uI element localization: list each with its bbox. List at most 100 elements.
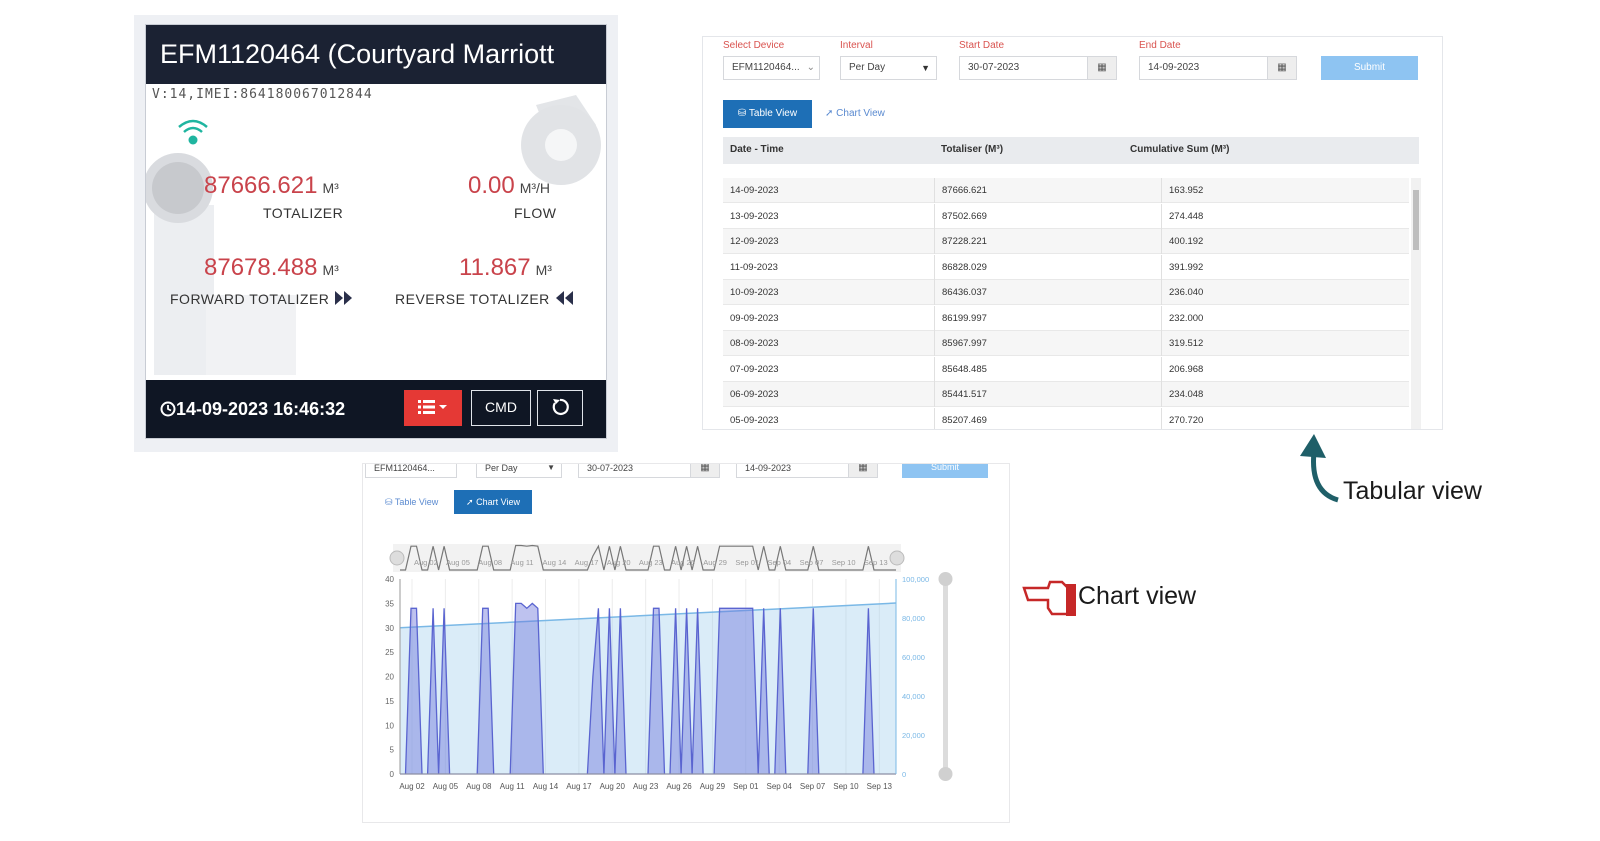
x-tick-label: Sep 07 [800,782,826,791]
device-select[interactable]: EFM1120464... ⌄ [723,56,820,80]
cell-cumulative-sum: 274.448 [1161,203,1409,229]
totalizer-value: 87666.621 [204,172,318,199]
y-left-tick-label: 35 [385,599,394,608]
cell-cumulative-sum: 391.992 [1161,254,1409,280]
cell-cumulative-sum: 163.952 [1161,178,1409,203]
forward-totalizer-unit: M³ [322,262,339,278]
table-row[interactable]: 07-09-2023 85648.485 206.968 [723,356,1409,382]
tab-chart-view-label: Chart View [836,108,885,119]
cell-date: 08-09-2023 [730,338,779,349]
reverse-totalizer-label: REVERSE TOTALIZER [395,291,550,307]
table-row[interactable]: 10-09-2023 86436.037 236.040 [723,280,1409,305]
pointing-hand-icon [1022,580,1076,616]
column-header-date: Date - Time [730,144,784,155]
tab-table-view[interactable]: ⛁ Table View [723,100,812,128]
x-tick-label: Aug 08 [466,782,492,791]
cell-totaliser: 87666.621 [934,178,1161,203]
y-left-tick-label: 15 [385,697,394,706]
x-tick-label: Sep 01 [733,782,759,791]
interval-select[interactable]: Per Day ▼ [840,56,937,80]
rewind-icon [556,291,574,305]
list-icon [418,400,447,414]
curved-arrow-icon [1300,434,1339,503]
cell-totaliser: 86199.997 [934,305,1161,331]
end-date-calendar-button[interactable]: ▦ [1267,56,1297,80]
y-left-tick-label: 5 [390,746,395,755]
x-tick-label: Aug 20 [600,782,626,791]
cell-totaliser: 87502.669 [934,203,1161,229]
forward-totalizer-value: 87678.488 [204,254,318,281]
flow-label: FLOW [514,205,557,221]
x-tick-label: Aug 29 [700,782,726,791]
table-row[interactable]: 12-09-2023 87228.221 400.192 [723,229,1409,254]
chevron-down-icon: ⌄ [806,62,815,73]
table-row[interactable]: 08-09-2023 85967.997 319.512 [723,331,1409,356]
timestamp: 14-09-2023 16:46:32 [176,399,346,419]
device-card: EFM1120464 (Courtyard Marriott V:14,IMEI… [145,24,607,439]
tab-chart-view[interactable]: ➚ Chart View [825,100,915,128]
totalizer-value-group: 87666.621 M³ [204,172,339,200]
flow-unit: M³/H [519,180,551,196]
cell-cumulative-sum: 270.720 [1161,407,1409,429]
navigator-tick-label: Aug 17 [575,558,599,567]
menu-button[interactable] [404,390,462,426]
table-row[interactable]: 06-09-2023 85441.517 234.048 [723,382,1409,407]
navigator-tick-label: Aug 02 [414,558,438,567]
navigator-tick-label: Sep 04 [767,558,791,567]
forward-totalizer-label-group: FORWARD TOTALIZER [170,290,354,307]
y-right-tick-label: 20,000 [902,731,925,740]
navigator-tick-label: Aug 23 [639,558,663,567]
refresh-button[interactable] [537,390,583,426]
timestamp-group: 14-09-2023 16:46:32 [160,399,345,420]
chart-view-panel: EFM1120464... Per Day ▼ 30-07-2023 ▦ 14-… [362,463,1010,823]
navigator-tick-label: Aug 20 [607,558,631,567]
y-left-tick-label: 0 [390,770,395,779]
cell-cumulative-sum: 234.048 [1161,382,1409,407]
refresh-icon [552,398,569,416]
cmd-button[interactable]: CMD [471,390,531,426]
cell-cumulative-sum: 206.968 [1161,356,1409,382]
cell-totaliser: 87228.221 [934,229,1161,254]
table-row[interactable]: 13-09-2023 87502.669 274.448 [723,203,1409,229]
meter-background-illustration [146,95,601,375]
cell-cumulative-sum: 232.000 [1161,305,1409,331]
table-row[interactable]: 05-09-2023 85207.469 270.720 [723,407,1409,429]
table-row[interactable]: 09-09-2023 86199.997 232.000 [723,305,1409,331]
clock-icon [160,401,176,417]
x-tick-label: Sep 13 [867,782,893,791]
cell-date: 11-09-2023 [730,261,778,273]
cell-totaliser: 85967.997 [934,331,1161,356]
interval-select-value: Per Day [849,62,886,73]
calendar-icon: ▦ [1097,62,1107,73]
device-card-footer: 14-09-2023 16:46:32 CMD [146,380,606,438]
start-date-calendar-button[interactable]: ▦ [1087,56,1117,80]
submit-button[interactable]: Submit [1321,56,1418,80]
table-scrollbar-thumb[interactable] [1413,190,1419,250]
y-right-tick-label: 60,000 [902,653,925,662]
flow-chart[interactable]: Aug 02 Aug 05 Aug 08 Aug 11 Aug 14 Aug 17 Aug … [363,464,1010,823]
navigator-tick-label: Aug 29 [703,558,727,567]
y-right-tick-label: 100,000 [902,575,929,584]
start-date-input[interactable]: 30-07-2023 [959,56,1089,80]
table-row[interactable]: 11-09-2023 86828.029 391.992 [723,254,1409,280]
fast-forward-icon [334,291,352,305]
table-scrollbar-track[interactable] [1411,178,1421,429]
vertical-zoom-top-handle [938,572,953,586]
table-row[interactable]: 14-09-2023 87666.621 163.952 [723,178,1409,203]
table-header: Date - Time Totaliser (M³) Cumulative Su… [723,137,1419,164]
x-tick-label: Sep 04 [766,782,792,791]
x-tick-label: Aug 05 [433,782,459,791]
y-right-tick-label: 40,000 [902,692,925,701]
reverse-totalizer-label-group: REVERSE TOTALIZER [395,290,574,307]
end-date-input[interactable]: 14-09-2023 [1139,56,1269,80]
navigator-tick-label: Aug 08 [478,558,502,567]
cell-totaliser: 86828.029 [934,254,1161,280]
y-left-tick-label: 10 [385,721,394,730]
cell-date: 10-09-2023 [730,287,779,298]
chart-view-annotation: Chart view [1078,582,1197,610]
cell-date: 12-09-2023 [730,236,779,247]
navigator-left-handle [389,550,405,566]
database-icon: ⛁ [737,108,747,119]
x-tick-label: Aug 17 [566,782,592,791]
x-tick-label: Aug 23 [633,782,659,791]
